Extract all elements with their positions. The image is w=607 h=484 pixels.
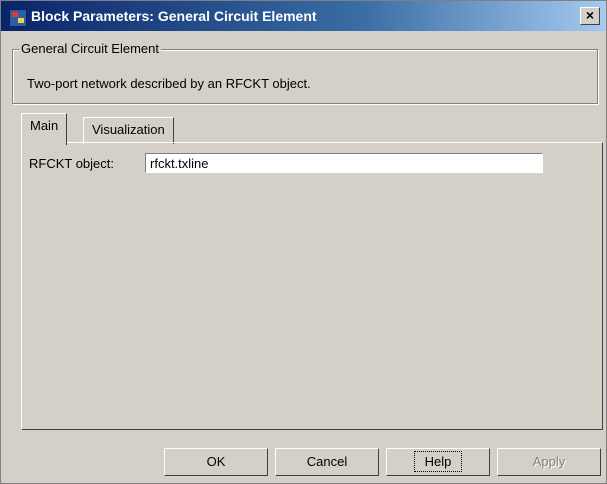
ok-button[interactable]: OK (164, 448, 268, 476)
simulink-block-icon (9, 9, 27, 27)
title-bar[interactable]: Block Parameters: General Circuit Elemen… (1, 1, 606, 31)
tab-panel-main (21, 142, 603, 430)
close-icon[interactable]: × (580, 7, 600, 25)
rfckt-object-label: RFCKT object: (29, 156, 115, 171)
rfckt-object-input[interactable] (145, 153, 543, 173)
help-button[interactable]: Help (386, 448, 490, 476)
dialog-window: Block Parameters: General Circuit Elemen… (0, 0, 607, 484)
tab-visualization[interactable]: Visualization (83, 117, 174, 144)
apply-button[interactable]: Apply (497, 448, 601, 476)
tab-main[interactable]: Main (21, 113, 68, 145)
block-description: Two-port network described by an RFCKT o… (27, 76, 311, 91)
cancel-button[interactable]: Cancel (275, 448, 379, 476)
window-title: Block Parameters: General Circuit Elemen… (31, 8, 317, 24)
group-legend: General Circuit Element (19, 41, 161, 56)
